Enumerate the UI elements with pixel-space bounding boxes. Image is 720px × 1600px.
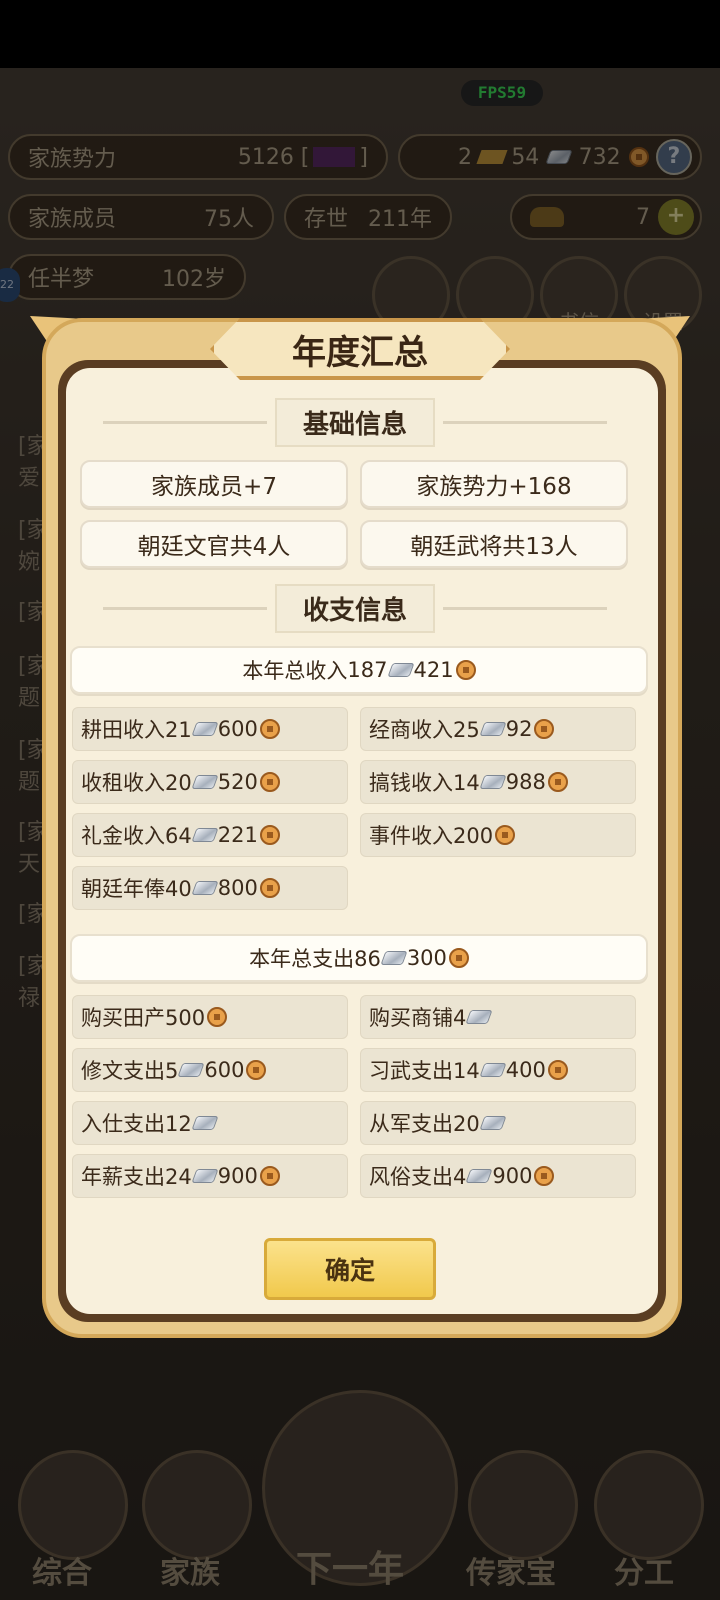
silver-icon: [386, 663, 415, 677]
silver-icon: [465, 1010, 493, 1024]
income-item-copper: 988: [505, 770, 546, 794]
income-item-label: 搞钱收入14: [369, 771, 480, 795]
copper-coin-icon: [259, 719, 280, 739]
copper-coin-icon: [259, 878, 280, 898]
copper-coin-icon: [259, 772, 280, 792]
copper-coin-icon: [246, 1060, 267, 1080]
expense-item: 从军支出20: [360, 1101, 636, 1145]
income-item: 搞钱收入14 988: [360, 760, 636, 804]
income-item-label: 耕田收入21: [81, 718, 192, 742]
copper-coin-icon: [547, 1060, 568, 1080]
copper-coin-icon: [534, 719, 555, 739]
expense-item: 风俗支出4 900: [360, 1154, 636, 1198]
expense-item-copper: 900: [492, 1164, 533, 1188]
expense-item-label: 从军支出20: [369, 1112, 480, 1136]
income-item-label: 收租收入20: [81, 771, 192, 795]
divider: [443, 420, 608, 424]
expense-item-label: 修文支出5: [81, 1059, 179, 1083]
expense-item-label: 习武支出14: [369, 1059, 480, 1083]
expense-item: 入仕支出12: [72, 1101, 348, 1145]
silver-icon: [191, 881, 219, 895]
copper-coin-icon: [207, 1007, 228, 1027]
power-change-card: 家族势力+168: [360, 460, 628, 508]
silver-icon: [191, 722, 219, 736]
income-item-copper: 520: [217, 770, 258, 794]
expense-item: 习武支出14 400: [360, 1048, 636, 1092]
silver-icon: [177, 1063, 205, 1077]
silver-icon: [479, 722, 507, 736]
finance-info-title: 收支信息: [275, 583, 436, 633]
expense-item-copper: 900: [217, 1164, 258, 1188]
income-item: 耕田收入21 600: [72, 707, 348, 751]
income-item-copper: 92: [505, 717, 533, 741]
copper-coin-icon: [547, 772, 568, 792]
basic-info-title: 基础信息: [275, 397, 436, 447]
income-total-copper: 421: [413, 658, 454, 682]
expense-item-label: 购买田产500: [81, 1006, 206, 1030]
silver-icon: [479, 1116, 507, 1130]
copper-coin-icon: [259, 1166, 280, 1186]
copper-coin-icon: [455, 660, 476, 680]
expense-item: 年薪支出24 900: [72, 1154, 348, 1198]
income-item-label: 朝廷年俸40: [81, 877, 192, 901]
silver-icon: [191, 1169, 219, 1183]
divider: [443, 606, 608, 610]
expense-item-copper: 400: [505, 1058, 546, 1082]
silver-icon: [191, 828, 219, 842]
income-item: 礼金收入64 221: [72, 813, 348, 857]
divider: [103, 606, 267, 610]
expense-item-label: 入仕支出12: [81, 1112, 192, 1136]
income-item: 经商收入25 92: [360, 707, 636, 751]
expense-item-copper: 600: [204, 1058, 245, 1082]
silver-icon: [191, 775, 219, 789]
income-total-label: 本年总收入: [242, 659, 348, 683]
basic-info-header: 基础信息: [95, 397, 615, 447]
copper-coin-icon: [495, 825, 516, 845]
silver-icon: [380, 951, 408, 965]
expense-item: 购买田产500: [72, 995, 348, 1039]
confirm-button[interactable]: 确定: [264, 1238, 436, 1300]
silver-icon: [191, 1116, 219, 1130]
income-item-copper: 600: [217, 717, 258, 741]
expense-total-bar: 本年总支出86 300: [70, 934, 648, 982]
income-total-bar: 本年总收入 187 421: [70, 646, 648, 694]
copper-coin-icon: [448, 948, 469, 968]
silver-icon: [479, 775, 507, 789]
copper-coin-icon: [534, 1166, 555, 1186]
military-officers-card: 朝廷武将共13人: [360, 520, 628, 568]
income-item-copper: 800: [217, 876, 258, 900]
status-bar: [0, 0, 720, 68]
expense-item: 修文支出5 600: [72, 1048, 348, 1092]
expense-item-label: 年薪支出24: [81, 1165, 192, 1189]
expense-item-label: 购买商铺4: [369, 1006, 467, 1030]
expense-total-copper: 300: [406, 946, 447, 970]
copper-coin-icon: [259, 825, 280, 845]
income-item-label: 经商收入25: [369, 718, 480, 742]
silver-icon: [479, 1063, 507, 1077]
income-item-label: 事件收入200: [369, 824, 494, 848]
civil-officials-card: 朝廷文官共4人: [80, 520, 348, 568]
expense-item: 购买商铺4: [360, 995, 636, 1039]
income-item: 收租收入20 520: [72, 760, 348, 804]
silver-icon: [465, 1169, 493, 1183]
income-item: 事件收入200: [360, 813, 636, 857]
expense-total-label: 本年总支出86: [249, 947, 381, 971]
income-total-silver: 187: [347, 658, 388, 682]
income-item-copper: 221: [217, 823, 258, 847]
modal-title: 年度汇总: [210, 318, 510, 380]
members-change-card: 家族成员+7: [80, 460, 348, 508]
divider: [103, 420, 267, 424]
income-item-label: 礼金收入64: [81, 824, 192, 848]
income-item: 朝廷年俸40 800: [72, 866, 348, 910]
expense-item-label: 风俗支出4: [369, 1165, 467, 1189]
finance-info-header: 收支信息: [95, 583, 615, 633]
